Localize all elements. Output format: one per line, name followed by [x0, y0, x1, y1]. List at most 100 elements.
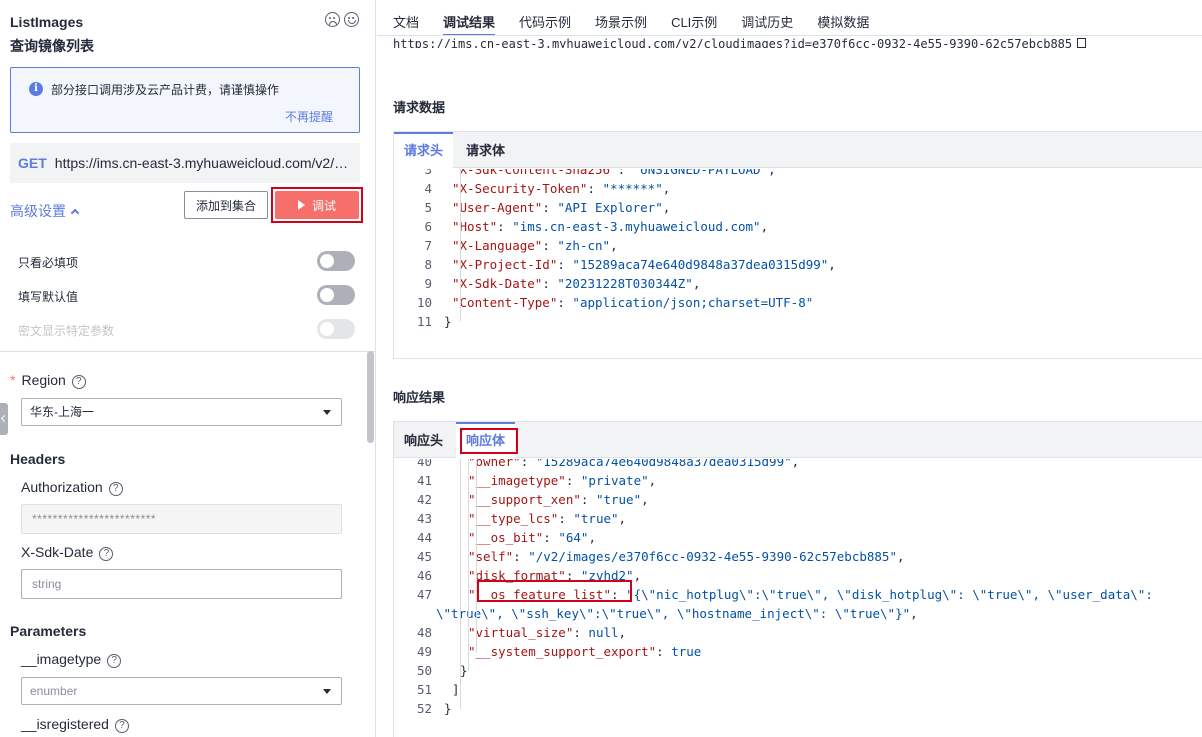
- response-result-title: 响应结果: [393, 390, 446, 405]
- authorization-label: Authorization?: [21, 479, 123, 496]
- copy-icon[interactable]: [1077, 38, 1087, 48]
- code-line: 5 "User-Agent": "API Explorer",: [394, 198, 1202, 217]
- dont-remind-link[interactable]: 不再提醒: [285, 108, 333, 125]
- tab-response-headers[interactable]: 响应头: [394, 422, 453, 458]
- code-text: "X-Sdk-Date": "20231228T030344Z",: [452, 276, 701, 291]
- request-url-box: GET https://ims.cn-east-3.myhuaweicloud.…: [10, 143, 360, 183]
- help-icon[interactable]: ?: [71, 375, 86, 389]
- tab-request-headers[interactable]: 请求头: [394, 132, 454, 169]
- code-text: "X-Security-Token": "******",: [452, 181, 671, 196]
- play-icon: [297, 200, 305, 210]
- line-number: 40: [416, 459, 432, 469]
- sdk-date-label: X-Sdk-Date?: [21, 544, 114, 561]
- switch-cipher-display: 密文显示特定参数: [18, 319, 358, 339]
- code-text: "__os_bit": "64",: [468, 530, 596, 545]
- switch-fill-default: 填写默认值: [18, 285, 358, 305]
- tab-cli-sample[interactable]: CLI示例: [671, 0, 717, 36]
- line-number: 50: [416, 663, 432, 678]
- code-text: "X-Project-Id": "15289aca74e640d9848a37d…: [452, 257, 836, 272]
- tab-request-body[interactable]: 请求体: [456, 132, 515, 168]
- line-number: 52: [416, 701, 432, 716]
- right-panel: 文档 调试结果 代码示例 场景示例 CLI示例 调试历史 模拟数据 https:…: [377, 0, 1202, 737]
- code-line: 43 "__type_lcs": "true",: [394, 509, 1202, 528]
- dislike-face-icon[interactable]: [325, 12, 340, 27]
- indent-guide: [460, 459, 461, 709]
- code-text: "X-Sdk-Content-Sha256": "UNSIGNED-PAYLOA…: [452, 169, 776, 177]
- line-number: 41: [416, 473, 432, 488]
- line-number: 8: [424, 257, 432, 272]
- code-line: \"true\", \"ssh_key\":\"true\", \"hostna…: [394, 604, 1202, 623]
- like-face-icon[interactable]: [344, 12, 359, 27]
- authorization-field: ************************: [21, 504, 342, 534]
- line-number: 51: [416, 682, 432, 697]
- code-line: 4 "X-Security-Token": "******",: [394, 179, 1202, 198]
- code-text: "User-Agent": "API Explorer",: [452, 200, 671, 215]
- code-text: "X-Language": "zh-cn",: [452, 238, 618, 253]
- help-icon[interactable]: ?: [107, 654, 122, 668]
- headers-title: Headers: [10, 451, 66, 467]
- parameters-title: Parameters: [10, 623, 87, 639]
- tab-code-sample[interactable]: 代码示例: [519, 0, 571, 36]
- caret-down-icon: [323, 689, 331, 694]
- code-text: }: [460, 663, 468, 678]
- line-number: 7: [424, 238, 432, 253]
- divider: [0, 351, 375, 352]
- fill-default-toggle[interactable]: [317, 285, 355, 305]
- line-number: 45: [416, 549, 432, 564]
- indent-guide: [476, 459, 477, 653]
- indent-guide: [460, 169, 461, 321]
- line-number: 11: [416, 314, 432, 329]
- tab-mock-data[interactable]: 模拟数据: [817, 0, 869, 36]
- api-name: ListImages: [10, 14, 84, 30]
- tab-scenario-sample[interactable]: 场景示例: [595, 0, 647, 36]
- code-line: 48 "virtual_size": null,: [394, 623, 1202, 642]
- request-code-body: 3 "X-Sdk-Content-Sha256": "UNSIGNED-PAYLO…: [394, 169, 1202, 329]
- code-text: "__support_xen": "true",: [468, 492, 649, 507]
- code-line: 9 "X-Sdk-Date": "20231228T030344Z",: [394, 274, 1202, 293]
- notice-text: 部分接口调用涉及云产品计费，请谨慎操作: [51, 83, 280, 97]
- help-icon[interactable]: ?: [99, 547, 114, 561]
- region-label-text: Region: [21, 372, 66, 388]
- tab-debug-history[interactable]: 调试历史: [741, 0, 793, 36]
- code-text: "virtual_size": null,: [468, 625, 627, 640]
- code-line: 6 "Host": "ims.cn-east-3.myhuaweicloud.co…: [394, 217, 1202, 236]
- response-code-panel: 响应头 响应体 40 "owner": "15289aca74e640d9848a…: [393, 421, 1202, 737]
- request-code-panel: 请求头 请求体 3 "X-Sdk-Content-Sha256": "UNSIGN…: [393, 131, 1202, 359]
- sdk-date-label-text: X-Sdk-Date: [21, 544, 94, 560]
- code-text: ]: [452, 682, 460, 697]
- advanced-settings-toggle[interactable]: 高级设置: [10, 201, 80, 221]
- region-select[interactable]: 华东-上海一: [21, 398, 342, 426]
- info-icon: i: [29, 82, 43, 96]
- caret-down-icon: [323, 410, 331, 415]
- imagetype-placeholder: enumber: [30, 684, 78, 698]
- collapse-panel-handle[interactable]: [0, 403, 8, 435]
- line-number: 9: [424, 276, 432, 291]
- debug-button-label: 调试: [311, 198, 336, 213]
- code-text: "__imagetype": "private",: [468, 473, 657, 488]
- tab-docs[interactable]: 文档: [393, 0, 419, 36]
- feedback-icons: [325, 12, 359, 27]
- code-text: "self": "/v2/images/e370f6cc-0932-4e55-9…: [468, 549, 905, 564]
- required-only-toggle[interactable]: [317, 251, 355, 271]
- code-text: }: [444, 314, 452, 329]
- sdk-date-input[interactable]: [21, 569, 342, 599]
- code-line: 50}: [394, 661, 1202, 680]
- http-method: GET: [18, 155, 47, 171]
- code-line: 3 "X-Sdk-Content-Sha256": "UNSIGNED-PAYLO…: [394, 169, 1202, 179]
- authorization-label-text: Authorization: [21, 479, 103, 495]
- code-line: 7 "X-Language": "zh-cn",: [394, 236, 1202, 255]
- code-text: "Content-Type": "application/json;charse…: [452, 295, 814, 310]
- add-to-collection-button[interactable]: 添加到集合: [184, 191, 268, 219]
- code-text: "owner": "15289aca74e640d9848a37dea0315d…: [468, 459, 800, 469]
- left-scrollbar[interactable]: [367, 351, 374, 443]
- code-line: 51]: [394, 680, 1202, 699]
- help-icon[interactable]: ?: [108, 482, 123, 496]
- switch-required-only: 只看必填项: [18, 251, 358, 271]
- debug-button[interactable]: 调试: [275, 191, 359, 219]
- help-icon[interactable]: ?: [114, 719, 129, 733]
- code-text: "__type_lcs": "true",: [468, 511, 627, 526]
- imagetype-select[interactable]: enumber: [21, 677, 342, 705]
- imagetype-label-text: __imagetype: [21, 651, 102, 667]
- api-description: 查询镜像列表: [10, 38, 94, 54]
- tab-debug-result[interactable]: 调试结果: [443, 0, 496, 36]
